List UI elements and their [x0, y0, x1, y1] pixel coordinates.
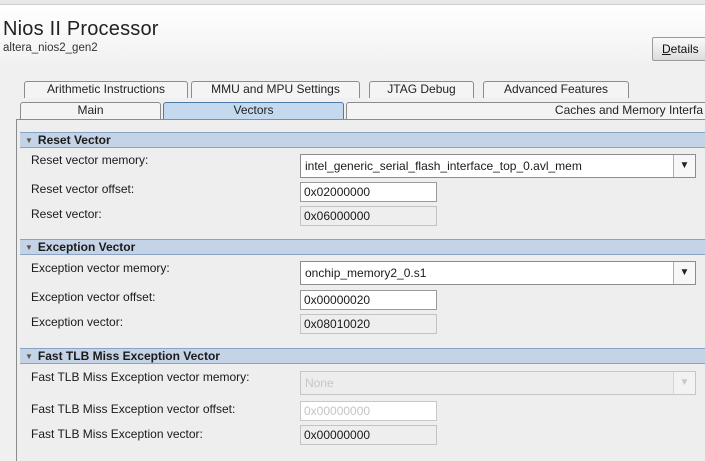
- tab-advanced-features[interactable]: Advanced Features: [483, 81, 629, 98]
- reset-vector-label: Reset vector:: [31, 207, 102, 221]
- fast-tlb-memory-value: None: [305, 376, 334, 390]
- triangle-down-icon: ▼: [25, 243, 33, 252]
- reset-vector-section-title: Reset Vector: [37, 133, 111, 147]
- exception-vector-value: 0x08010020: [300, 314, 437, 334]
- triangle-down-icon: ▼: [25, 352, 33, 361]
- fast-tlb-offset-input: 0x00000000: [300, 401, 437, 421]
- reset-vector-offset-label: Reset vector offset:: [31, 182, 135, 196]
- chevron-down-icon[interactable]: ▼: [673, 155, 695, 177]
- reset-vector-memory-select[interactable]: intel_generic_serial_flash_interface_top…: [300, 154, 696, 178]
- triangle-down-icon: ▼: [25, 136, 33, 145]
- reset-vector-section-header[interactable]: ▼ Reset Vector: [20, 132, 705, 148]
- component-name: altera_nios2_gen2: [3, 42, 98, 54]
- tab-mmu-mpu-settings[interactable]: MMU and MPU Settings: [191, 81, 360, 98]
- page-title: Nios II Processor: [3, 18, 159, 40]
- tab-main[interactable]: Main: [20, 102, 161, 119]
- fast-tlb-memory-select: None ▼: [300, 371, 696, 395]
- tab-jtag-debug[interactable]: JTAG Debug: [369, 81, 474, 98]
- vectors-panel: ▼ Reset Vector Reset vector memory: intel…: [16, 120, 705, 461]
- exception-vector-offset-label: Exception vector offset:: [31, 290, 156, 304]
- details-button[interactable]: Details: [652, 37, 705, 61]
- details-button-label: etails: [670, 42, 699, 56]
- fast-tlb-vector-value: 0x00000000: [300, 425, 437, 445]
- tab-strip: Arithmetic Instructions MMU and MPU Sett…: [0, 62, 705, 120]
- exception-vector-memory-label: Exception vector memory:: [31, 261, 170, 275]
- exception-vector-label: Exception vector:: [31, 315, 124, 329]
- exception-vector-section-header[interactable]: ▼ Exception Vector: [20, 239, 705, 255]
- tab-caches-memory-interfaces[interactable]: Caches and Memory Interfa: [346, 102, 705, 119]
- fast-tlb-section-header[interactable]: ▼ Fast TLB Miss Exception Vector: [20, 348, 705, 364]
- tab-arithmetic-instructions[interactable]: Arithmetic Instructions: [24, 81, 188, 98]
- reset-vector-memory-label: Reset vector memory:: [31, 153, 149, 167]
- exception-vector-offset-input[interactable]: 0x00000020: [300, 290, 437, 310]
- exception-vector-section-title: Exception Vector: [37, 240, 136, 254]
- chevron-down-icon[interactable]: ▼: [673, 262, 695, 284]
- exception-vector-memory-select[interactable]: onchip_memory2_0.s1 ▼: [300, 261, 696, 285]
- fast-tlb-section-title: Fast TLB Miss Exception Vector: [37, 349, 220, 363]
- tab-vectors[interactable]: Vectors: [163, 102, 344, 119]
- fast-tlb-memory-label: Fast TLB Miss Exception vector memory:: [31, 370, 250, 384]
- exception-vector-memory-value: onchip_memory2_0.s1: [305, 266, 427, 280]
- reset-vector-value: 0x06000000: [300, 206, 437, 226]
- fast-tlb-vector-label: Fast TLB Miss Exception vector:: [31, 427, 203, 441]
- reset-vector-offset-input[interactable]: 0x02000000: [300, 182, 437, 202]
- chevron-down-icon: ▼: [673, 372, 695, 394]
- details-button-mnemonic: D: [662, 42, 671, 56]
- component-header: Nios II Processor altera_nios2_gen2 Deta…: [0, 5, 705, 62]
- fast-tlb-offset-label: Fast TLB Miss Exception vector offset:: [31, 402, 236, 416]
- reset-vector-memory-value: intel_generic_serial_flash_interface_top…: [305, 159, 582, 173]
